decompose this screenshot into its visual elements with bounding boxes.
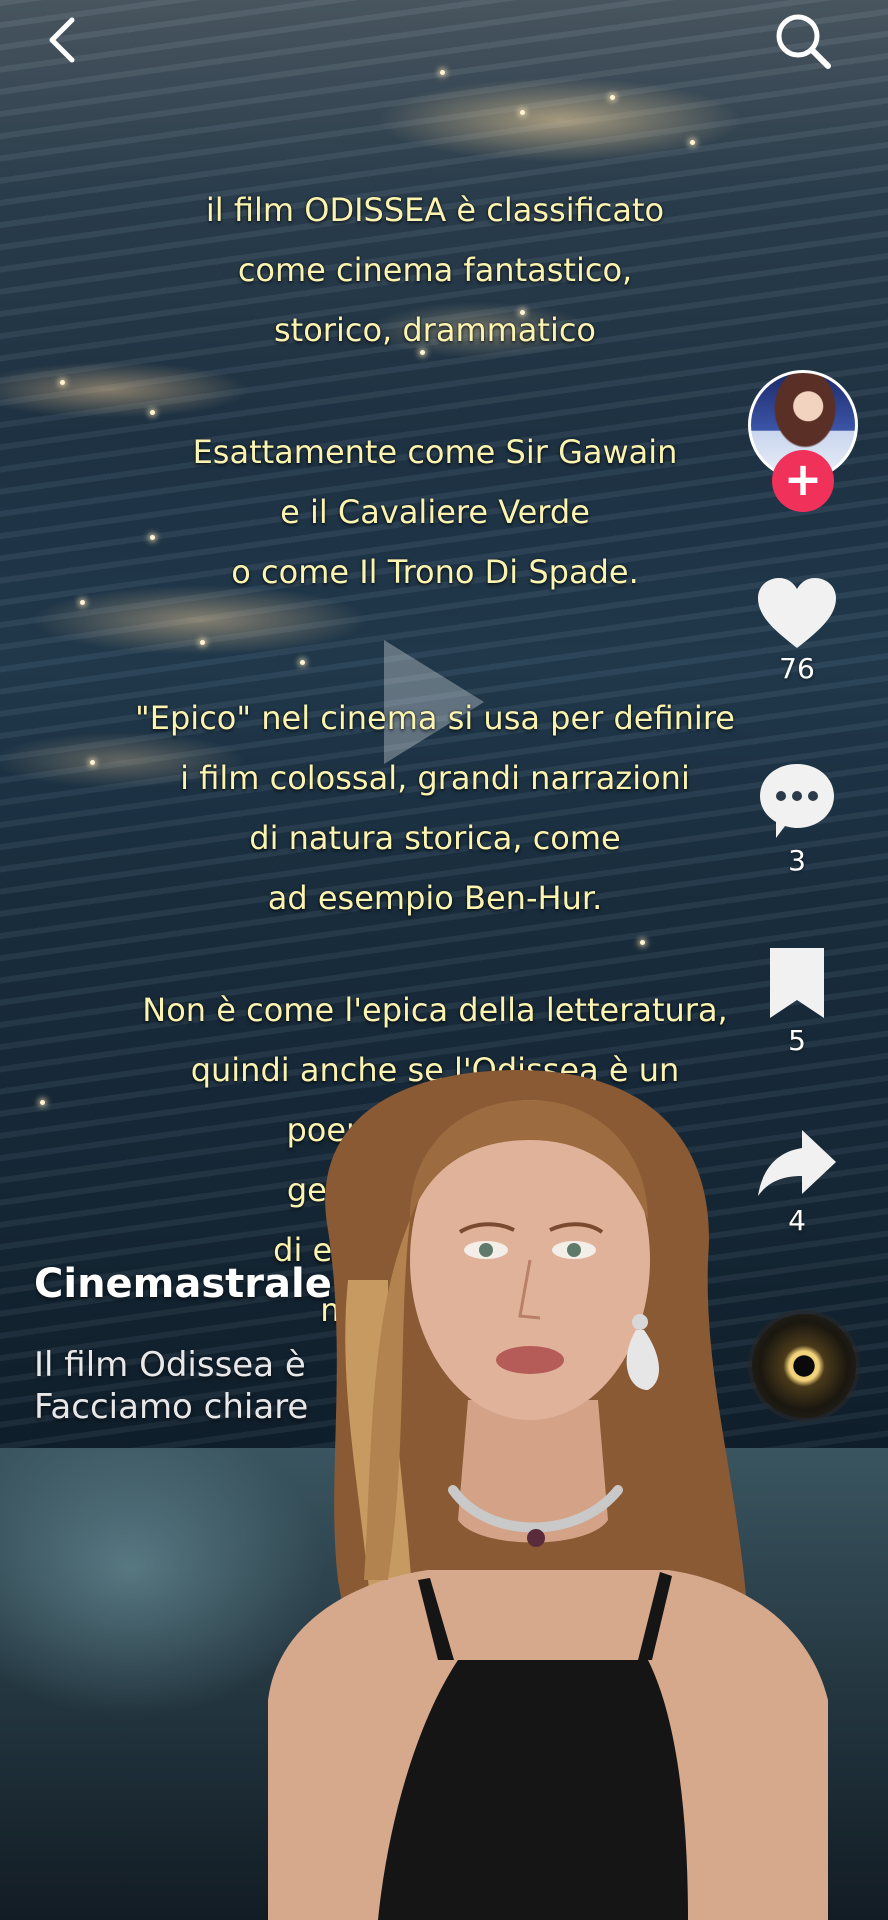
post-description[interactable]: Il film Odissea è Facciamo chiare xyxy=(34,1344,354,1428)
water-sparkle xyxy=(90,760,95,765)
caption-line: di natura storica, come xyxy=(249,819,621,857)
comment-icon xyxy=(760,764,834,838)
caption-line: il film ODISSEA è classificato xyxy=(205,191,665,229)
share-count: 4 xyxy=(788,1204,806,1237)
comment-count: 3 xyxy=(788,844,806,877)
video-feed-screen: il film ODISSEA è classificato come cine… xyxy=(0,0,888,1920)
share-button[interactable]: 4 xyxy=(742,1124,852,1238)
follow-button[interactable]: + xyxy=(772,450,834,512)
bookmark-icon xyxy=(770,948,824,1018)
like-count: 76 xyxy=(779,652,815,685)
comment-button[interactable]: 3 xyxy=(742,758,852,878)
water-sparkle xyxy=(200,640,205,645)
heart-icon xyxy=(758,578,836,648)
caption-block-epico: "Epico" nel cinema si usa per definire i… xyxy=(110,688,760,928)
water-sparkle xyxy=(300,660,305,665)
water-sparkle xyxy=(610,95,615,100)
caption-line: o come Il Trono Di Spade. xyxy=(231,553,639,591)
save-count: 5 xyxy=(788,1024,806,1057)
water-sparkle xyxy=(80,600,85,605)
caption-line: storico, drammatico xyxy=(274,311,596,349)
water-sparkle xyxy=(60,380,65,385)
caption-line: Non è come l'epica della letteratura, xyxy=(142,991,728,1029)
caption-line: Esattamente come Sir Gawain xyxy=(192,433,678,471)
caption-line: poema epi rtra nel xyxy=(286,1111,584,1149)
video-background-lower xyxy=(0,1448,888,1920)
search-icon xyxy=(776,14,831,69)
water-sparkle xyxy=(640,940,645,945)
creator-name[interactable]: Cinemastrale xyxy=(34,1258,332,1310)
back-button[interactable] xyxy=(38,10,88,70)
caption-line: quindi anche se l'Odissea è un xyxy=(190,1051,680,1089)
share-arrow-icon xyxy=(758,1130,836,1196)
caption-line: genere fan esenza xyxy=(286,1171,584,1209)
caption-line: ad esempio Ben-Hur. xyxy=(267,879,603,917)
water-sparkle xyxy=(440,70,445,75)
caption-block-genre: il film ODISSEA è classificato come cine… xyxy=(110,180,760,360)
water-sparkle xyxy=(520,110,525,115)
bookmark-button[interactable]: 5 xyxy=(742,944,852,1058)
chevron-left-icon xyxy=(49,17,75,63)
music-disc[interactable] xyxy=(752,1314,856,1418)
caption-line: e il Cavaliere Verde xyxy=(280,493,590,531)
caption-line: come cinema fantastico, xyxy=(237,251,633,289)
water-sparkle xyxy=(40,1100,45,1105)
search-button[interactable] xyxy=(770,8,836,74)
description-line: Facciamo chiare xyxy=(34,1387,309,1427)
description-line: Il film Odissea è xyxy=(34,1345,306,1385)
caption-line: i film colossal, grandi narrazioni xyxy=(180,759,690,797)
water-sparkle xyxy=(690,140,695,145)
water-sparkle xyxy=(150,410,155,415)
caption-block-examples: Esattamente come Sir Gawain e il Cavalie… xyxy=(110,422,760,602)
caption-line: "Epico" nel cinema si usa per definire xyxy=(135,699,735,737)
like-button[interactable]: 76 xyxy=(742,576,852,686)
